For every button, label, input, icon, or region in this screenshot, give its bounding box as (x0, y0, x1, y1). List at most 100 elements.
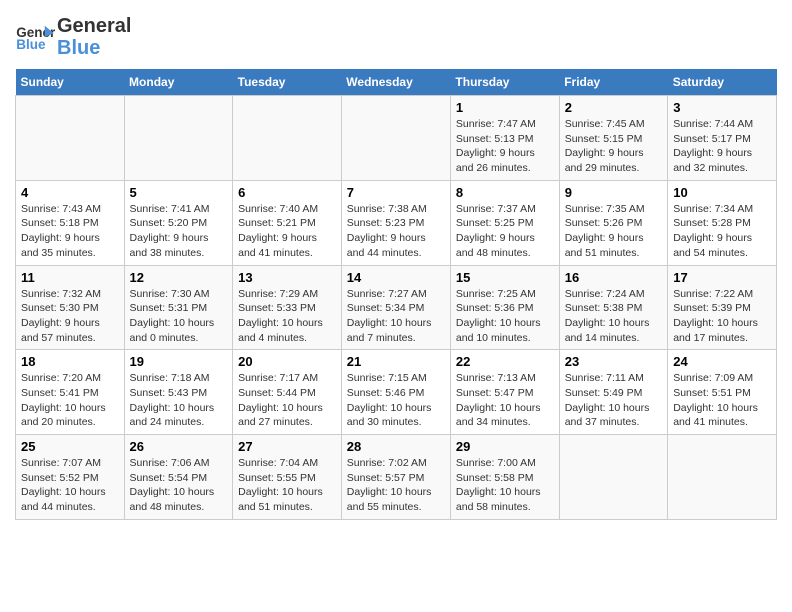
day-number: 28 (347, 439, 445, 454)
day-info: Sunrise: 7:25 AM Sunset: 5:36 PM Dayligh… (456, 287, 554, 346)
day-info: Sunrise: 7:45 AM Sunset: 5:15 PM Dayligh… (565, 117, 663, 176)
calendar-cell: 17 Sunrise: 7:22 AM Sunset: 5:39 PM Dayli… (668, 265, 777, 350)
day-number: 16 (565, 270, 663, 285)
day-info: Sunrise: 7:00 AM Sunset: 5:58 PM Dayligh… (456, 456, 554, 515)
day-number: 12 (130, 270, 228, 285)
logo: General Blue General Blue (15, 15, 131, 59)
day-info: Sunrise: 7:29 AM Sunset: 5:33 PM Dayligh… (238, 287, 336, 346)
day-info: Sunrise: 7:30 AM Sunset: 5:31 PM Dayligh… (130, 287, 228, 346)
header-cell-thursday: Thursday (450, 69, 559, 96)
day-info: Sunrise: 7:35 AM Sunset: 5:26 PM Dayligh… (565, 202, 663, 261)
header-cell-sunday: Sunday (16, 69, 125, 96)
calendar-cell: 13 Sunrise: 7:29 AM Sunset: 5:33 PM Dayli… (233, 265, 342, 350)
day-info: Sunrise: 7:43 AM Sunset: 5:18 PM Dayligh… (21, 202, 119, 261)
calendar-cell: 9 Sunrise: 7:35 AM Sunset: 5:26 PM Daylig… (559, 180, 668, 265)
day-info: Sunrise: 7:41 AM Sunset: 5:20 PM Dayligh… (130, 202, 228, 261)
day-number: 3 (673, 100, 771, 115)
calendar-cell: 5 Sunrise: 7:41 AM Sunset: 5:20 PM Daylig… (124, 180, 233, 265)
calendar-cell (124, 96, 233, 181)
day-number: 21 (347, 354, 445, 369)
day-number: 15 (456, 270, 554, 285)
day-info: Sunrise: 7:44 AM Sunset: 5:17 PM Dayligh… (673, 117, 771, 176)
calendar-cell: 3 Sunrise: 7:44 AM Sunset: 5:17 PM Daylig… (668, 96, 777, 181)
day-number: 4 (21, 185, 119, 200)
day-number: 6 (238, 185, 336, 200)
calendar-cell: 7 Sunrise: 7:38 AM Sunset: 5:23 PM Daylig… (341, 180, 450, 265)
week-row: 18Sunrise: 7:20 AM Sunset: 5:41 PM Dayli… (16, 350, 777, 435)
day-number: 24 (673, 354, 771, 369)
header-cell-wednesday: Wednesday (341, 69, 450, 96)
day-number: 25 (21, 439, 119, 454)
day-info: Sunrise: 7:13 AM Sunset: 5:47 PM Dayligh… (456, 371, 554, 430)
day-number: 29 (456, 439, 554, 454)
day-number: 27 (238, 439, 336, 454)
header-row: SundayMondayTuesdayWednesdayThursdayFrid… (16, 69, 777, 96)
calendar-cell: 27 Sunrise: 7:04 AM Sunset: 5:55 PM Dayli… (233, 435, 342, 520)
day-number: 19 (130, 354, 228, 369)
day-number: 10 (673, 185, 771, 200)
calendar-cell (16, 96, 125, 181)
calendar-cell (233, 96, 342, 181)
calendar-cell: 29 Sunrise: 7:00 AM Sunset: 5:58 PM Dayli… (450, 435, 559, 520)
calendar-cell (668, 435, 777, 520)
calendar-header: SundayMondayTuesdayWednesdayThursdayFrid… (16, 69, 777, 96)
calendar-cell (341, 96, 450, 181)
calendar-cell: 19 Sunrise: 7:18 AM Sunset: 5:43 PM Dayli… (124, 350, 233, 435)
calendar-cell: 20 Sunrise: 7:17 AM Sunset: 5:44 PM Dayli… (233, 350, 342, 435)
day-number: 14 (347, 270, 445, 285)
day-info: Sunrise: 7:04 AM Sunset: 5:55 PM Dayligh… (238, 456, 336, 515)
calendar-cell: 8 Sunrise: 7:37 AM Sunset: 5:25 PM Daylig… (450, 180, 559, 265)
day-number: 23 (565, 354, 663, 369)
day-info: Sunrise: 7:27 AM Sunset: 5:34 PM Dayligh… (347, 287, 445, 346)
day-info: Sunrise: 7:02 AM Sunset: 5:57 PM Dayligh… (347, 456, 445, 515)
week-row: 1 Sunrise: 7:47 AM Sunset: 5:13 PM Daylig… (16, 96, 777, 181)
day-info: Sunrise: 7:11 AM Sunset: 5:49 PM Dayligh… (565, 371, 663, 430)
day-number: 1 (456, 100, 554, 115)
week-row: 25 Sunrise: 7:07 AM Sunset: 5:52 PM Dayli… (16, 435, 777, 520)
day-info: Sunrise: 7:24 AM Sunset: 5:38 PM Dayligh… (565, 287, 663, 346)
day-info: Sunrise: 7:18 AM Sunset: 5:43 PM Dayligh… (130, 371, 228, 430)
calendar-cell (559, 435, 668, 520)
day-number: 22 (456, 354, 554, 369)
header-cell-monday: Monday (124, 69, 233, 96)
day-number: 9 (565, 185, 663, 200)
day-number: 5 (130, 185, 228, 200)
calendar-cell: 18Sunrise: 7:20 AM Sunset: 5:41 PM Dayli… (16, 350, 125, 435)
day-number: 7 (347, 185, 445, 200)
day-info: Sunrise: 7:09 AM Sunset: 5:51 PM Dayligh… (673, 371, 771, 430)
calendar-body: 1 Sunrise: 7:47 AM Sunset: 5:13 PM Daylig… (16, 96, 777, 520)
calendar-cell: 26 Sunrise: 7:06 AM Sunset: 5:54 PM Dayli… (124, 435, 233, 520)
header-cell-tuesday: Tuesday (233, 69, 342, 96)
day-info: Sunrise: 7:15 AM Sunset: 5:46 PM Dayligh… (347, 371, 445, 430)
calendar-cell: 2 Sunrise: 7:45 AM Sunset: 5:15 PM Daylig… (559, 96, 668, 181)
calendar-table: SundayMondayTuesdayWednesdayThursdayFrid… (15, 69, 777, 520)
day-info: Sunrise: 7:22 AM Sunset: 5:39 PM Dayligh… (673, 287, 771, 346)
day-info: Sunrise: 7:47 AM Sunset: 5:13 PM Dayligh… (456, 117, 554, 176)
day-number: 13 (238, 270, 336, 285)
calendar-cell: 23 Sunrise: 7:11 AM Sunset: 5:49 PM Dayli… (559, 350, 668, 435)
day-number: 20 (238, 354, 336, 369)
calendar-cell: 16 Sunrise: 7:24 AM Sunset: 5:38 PM Dayli… (559, 265, 668, 350)
week-row: 4 Sunrise: 7:43 AM Sunset: 5:18 PM Daylig… (16, 180, 777, 265)
day-info: Sunrise: 7:17 AM Sunset: 5:44 PM Dayligh… (238, 371, 336, 430)
day-number: 26 (130, 439, 228, 454)
day-info: Sunrise: 7:37 AM Sunset: 5:25 PM Dayligh… (456, 202, 554, 261)
calendar-cell: 12 Sunrise: 7:30 AM Sunset: 5:31 PM Dayli… (124, 265, 233, 350)
day-info: Sunrise: 7:06 AM Sunset: 5:54 PM Dayligh… (130, 456, 228, 515)
logo-blue: Blue (57, 37, 131, 59)
day-number: 8 (456, 185, 554, 200)
day-number: 17 (673, 270, 771, 285)
calendar-cell: 22 Sunrise: 7:13 AM Sunset: 5:47 PM Dayli… (450, 350, 559, 435)
day-info: Sunrise: 7:38 AM Sunset: 5:23 PM Dayligh… (347, 202, 445, 261)
header-cell-saturday: Saturday (668, 69, 777, 96)
page-header: General Blue General Blue (15, 15, 777, 59)
logo-icon: General Blue (15, 22, 55, 52)
week-row: 11Sunrise: 7:32 AM Sunset: 5:30 PM Dayli… (16, 265, 777, 350)
calendar-cell: 1 Sunrise: 7:47 AM Sunset: 5:13 PM Daylig… (450, 96, 559, 181)
day-number: 2 (565, 100, 663, 115)
calendar-cell: 4 Sunrise: 7:43 AM Sunset: 5:18 PM Daylig… (16, 180, 125, 265)
day-number: 11 (21, 270, 119, 285)
svg-text:Blue: Blue (16, 37, 46, 52)
day-info: Sunrise: 7:07 AM Sunset: 5:52 PM Dayligh… (21, 456, 119, 515)
calendar-cell: 15 Sunrise: 7:25 AM Sunset: 5:36 PM Dayli… (450, 265, 559, 350)
